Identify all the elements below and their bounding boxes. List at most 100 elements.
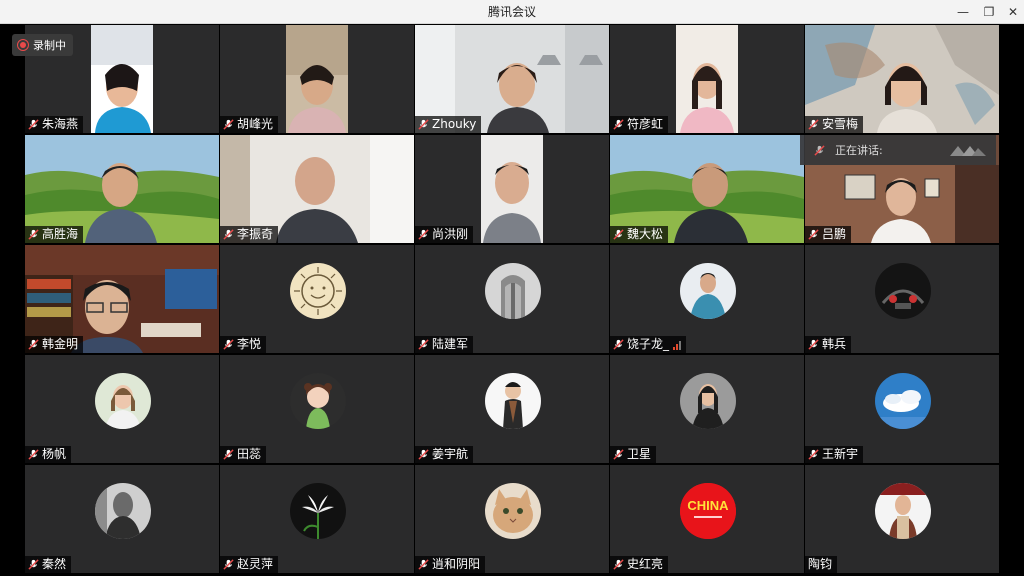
- mic-muted-icon: [223, 339, 234, 350]
- layout-toggle-icon[interactable]: [948, 142, 988, 158]
- participant-tile[interactable]: 陶钧: [805, 465, 999, 573]
- participant-tile[interactable]: 李振奇: [220, 135, 414, 243]
- avatar: [680, 373, 736, 429]
- mic-muted-icon: [808, 119, 819, 130]
- mic-muted-icon: [28, 449, 39, 460]
- participant-name: 李悦: [237, 337, 262, 351]
- participant-name: 姜宇航: [432, 447, 469, 461]
- mic-muted-icon: [223, 229, 234, 240]
- participant-tile[interactable]: 逍和阴阳: [415, 465, 609, 573]
- participant-name-bar: 卫星: [610, 446, 657, 463]
- participant-name: 史红亮: [627, 557, 664, 571]
- speaking-label: 正在讲话:: [835, 144, 883, 157]
- mic-muted-icon: [418, 449, 429, 460]
- participant-name: 吕鹏: [822, 227, 847, 241]
- participant-name-bar: 魏大松: [610, 226, 669, 243]
- mic-muted-icon: [613, 119, 624, 130]
- title-bar: 腾讯会议 — ❐ ✕: [0, 0, 1024, 24]
- participant-tile[interactable]: 王新宇: [805, 355, 999, 463]
- mic-muted-icon: [28, 119, 39, 130]
- participant-name-bar: 杨帆: [25, 446, 72, 463]
- mic-muted-icon: [808, 449, 819, 460]
- participant-tile[interactable]: 陆建军: [415, 245, 609, 353]
- avatar-badge-text: CHINA: [687, 498, 729, 513]
- participant-tile[interactable]: 安雪梅: [805, 25, 999, 133]
- avatar: [875, 263, 931, 319]
- mic-muted-icon: [28, 339, 39, 350]
- participant-tile[interactable]: 尚洪刚: [415, 135, 609, 243]
- participant-name: 田蕊: [237, 447, 262, 461]
- record-icon: [17, 39, 29, 51]
- participant-tile[interactable]: 符彦虹: [610, 25, 804, 133]
- mic-muted-icon: [223, 449, 234, 460]
- mic-muted-icon: [223, 119, 234, 130]
- mic-muted-icon: [418, 339, 429, 350]
- participant-tile[interactable]: CHINA 史红亮: [610, 465, 804, 573]
- mic-muted-icon: [808, 339, 819, 350]
- participant-tile[interactable]: 杨帆: [25, 355, 219, 463]
- participant-tile[interactable]: 饶子龙_: [610, 245, 804, 353]
- participant-name-bar: 朱海燕: [25, 116, 84, 133]
- participant-tile[interactable]: 魏大松: [610, 135, 804, 243]
- close-button[interactable]: ✕: [998, 0, 1024, 24]
- signal-weak-icon: [673, 339, 682, 350]
- participant-name: 魏大松: [627, 227, 664, 241]
- participant-tile[interactable]: 姜宇航: [415, 355, 609, 463]
- participant-tile[interactable]: 韩金明: [25, 245, 219, 353]
- avatar: [875, 373, 931, 429]
- participant-tile[interactable]: 高胜海: [25, 135, 219, 243]
- participant-tile[interactable]: 卫星: [610, 355, 804, 463]
- avatar: [290, 263, 346, 319]
- participant-name-bar: 赵灵萍: [220, 556, 279, 573]
- participant-name-bar: 李振奇: [220, 226, 279, 243]
- participant-name-bar: 李悦: [220, 336, 267, 353]
- participant-tile[interactable]: Zhouky: [415, 25, 609, 133]
- participant-name-bar: 王新宇: [805, 446, 864, 463]
- participant-tile[interactable]: 李悦: [220, 245, 414, 353]
- participant-name-bar: 尚洪刚: [415, 226, 474, 243]
- participant-name-bar: Zhouky: [415, 116, 482, 133]
- mic-muted-icon: [418, 229, 429, 240]
- speaking-panel: 正在讲话:: [800, 135, 996, 165]
- participant-name: 王新宇: [822, 447, 859, 461]
- participant-name-bar: 姜宇航: [415, 446, 474, 463]
- participant-name-bar: 韩金明: [25, 336, 84, 353]
- participant-name-bar: 秦然: [25, 556, 72, 573]
- participant-name-bar: 吕鹏: [805, 226, 852, 243]
- participant-name-bar: 饶子龙_: [610, 336, 687, 353]
- participant-tile[interactable]: 韩兵: [805, 245, 999, 353]
- mic-muted-icon: [613, 339, 624, 350]
- mic-muted-icon: [613, 449, 624, 460]
- participant-name: 卫星: [627, 447, 652, 461]
- participant-tile[interactable]: 赵灵萍: [220, 465, 414, 573]
- participant-name: 饶子龙_: [627, 337, 670, 351]
- mic-muted-icon: [808, 229, 819, 240]
- participant-name: 高胜海: [42, 227, 79, 241]
- participant-name: 韩兵: [822, 337, 847, 351]
- avatar: [290, 373, 346, 429]
- participant-name: 韩金明: [42, 337, 79, 351]
- participant-name-bar: 逍和阴阳: [415, 556, 486, 573]
- participant-name-bar: 胡峰光: [220, 116, 279, 133]
- mic-muted-icon: [28, 229, 39, 240]
- recording-label: 录制中: [33, 39, 66, 52]
- participant-name-bar: 陶钧: [805, 556, 838, 573]
- participant-name-bar: 安雪梅: [805, 116, 864, 133]
- recording-indicator[interactable]: 录制中: [12, 34, 73, 56]
- avatar: [95, 373, 151, 429]
- video-grid: 朱海燕 胡峰光 Zhouky 符彦虹 安雪梅 高胜海 李振奇 尚洪刚 魏大松 吕…: [0, 24, 1024, 576]
- mic-muted-icon: [418, 559, 429, 570]
- mic-muted-icon: [223, 559, 234, 570]
- participant-tile[interactable]: 田蕊: [220, 355, 414, 463]
- avatar: [875, 483, 931, 539]
- participant-name: 安雪梅: [822, 117, 859, 131]
- window-title: 腾讯会议: [487, 5, 536, 19]
- participant-tile[interactable]: 胡峰光: [220, 25, 414, 133]
- participant-name-bar: 高胜海: [25, 226, 84, 243]
- avatar: [485, 483, 541, 539]
- participant-name-bar: 符彦虹: [610, 116, 669, 133]
- participant-tile[interactable]: 秦然: [25, 465, 219, 573]
- participant-name: 符彦虹: [627, 117, 664, 131]
- participant-name-bar: 陆建军: [415, 336, 474, 353]
- participant-name: 陶钧: [808, 557, 833, 571]
